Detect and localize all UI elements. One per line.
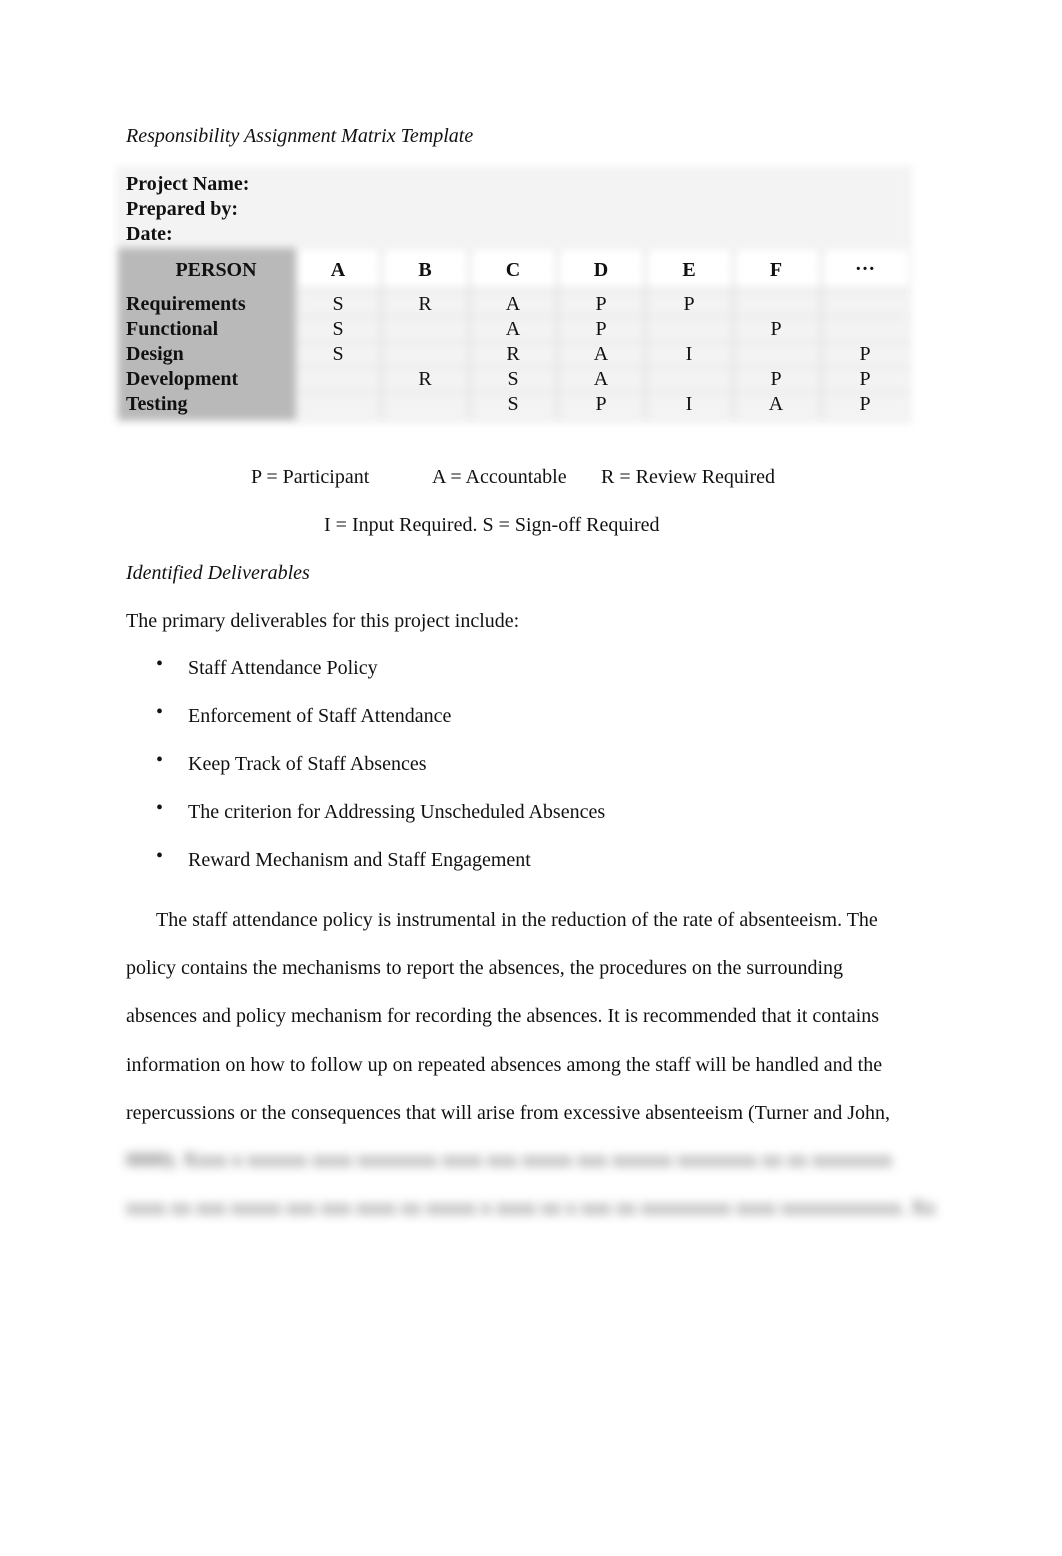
row-label: Functional	[126, 318, 219, 340]
matrix-cell: P	[859, 393, 871, 415]
body-paragraph: The staff attendance policy is instrumen…	[126, 896, 926, 1137]
matrix-cell: P	[859, 368, 871, 390]
paragraph-line: information on how to follow up on repea…	[126, 1053, 883, 1076]
row-label: Requirements	[126, 293, 246, 315]
blurred-line: 0000). Xxxx x xxxxxx xxxx xxxxxxxx xxxx …	[126, 1149, 893, 1171]
matrix-cell: P	[770, 318, 782, 340]
matrix-cell: S	[332, 343, 344, 365]
bullet-icon: •	[156, 653, 164, 675]
list-item-text: Reward Mechanism and Staff Engagement	[188, 849, 531, 871]
matrix-cell: A	[505, 318, 521, 340]
list-item-text: Staff Attendance Policy	[188, 657, 378, 679]
paragraph-line: absences and policy mechanism for record…	[126, 1005, 880, 1028]
paragraph-line: The staff attendance policy is instrumen…	[156, 909, 878, 931]
matrix-cell: P	[595, 318, 607, 340]
matrix-cell: P	[595, 293, 607, 315]
matrix-cell: A	[593, 343, 609, 365]
matrix-cell: P	[859, 343, 871, 365]
matrix-cell: S	[332, 293, 344, 315]
matrix-cell: P	[683, 293, 695, 315]
matrix-cell: R	[506, 343, 520, 365]
bullet-icon: •	[156, 701, 164, 723]
project-name-label: Project Name:	[126, 173, 250, 195]
row-label: Testing	[126, 393, 188, 415]
column-header: D	[593, 259, 609, 281]
column-header: E	[682, 259, 696, 281]
column-divider	[468, 248, 471, 420]
column-divider	[820, 248, 823, 420]
column-divider	[732, 248, 735, 420]
legend-review: R = Review Required	[601, 466, 776, 488]
row-label: Design	[126, 343, 184, 365]
prepared-by-label: Prepared by:	[126, 198, 239, 220]
blurred-preview-text: 0000). Xxxx x xxxxxx xxxx xxxxxxxx xxxx …	[126, 1136, 936, 1232]
list-item-text: The criterion for Addressing Unscheduled…	[188, 801, 606, 823]
matrix-cell: P	[595, 393, 607, 415]
column-divider	[556, 248, 559, 420]
matrix-cell: S	[507, 368, 519, 390]
matrix-cell: R	[418, 293, 432, 315]
document-title: Responsibility Assignment Matrix Templat…	[126, 125, 474, 147]
matrix-cell: A	[505, 293, 521, 315]
matrix-cell: A	[593, 368, 609, 390]
column-header: C	[505, 259, 521, 281]
column-header: A	[330, 259, 346, 281]
matrix-cell: A	[768, 393, 784, 415]
legend-participant: P = Participant	[251, 466, 370, 488]
list-item-text: Enforcement of Staff Attendance	[188, 705, 452, 727]
paragraph-line: policy contains the mechanisms to report…	[126, 957, 844, 980]
document-page: Responsibility Assignment Matrix Templat…	[0, 0, 1062, 1556]
matrix-cell: S	[507, 393, 519, 415]
matrix-cell: I	[685, 343, 693, 365]
matrix-cell: I	[685, 393, 693, 415]
responsibility-matrix: Project Name: Prepared by: Date: PERSON …	[116, 166, 912, 424]
column-header-more: …	[855, 253, 875, 275]
legend-accountable: A = Accountable	[432, 466, 567, 488]
person-header: PERSON	[175, 259, 257, 281]
bullet-icon: •	[156, 797, 164, 819]
column-header: F	[769, 259, 783, 281]
bullet-icon: •	[156, 845, 164, 867]
section-heading: Identified Deliverables	[126, 562, 310, 584]
column-header: B	[418, 259, 432, 281]
bullet-icon: •	[156, 749, 164, 771]
blurred-line: xxxx xx xxx xxxxx xxx xxx xxxx xx xxxxx …	[126, 1197, 936, 1219]
column-divider	[380, 248, 383, 420]
paragraph-line: repercussions or the consequences that w…	[126, 1101, 891, 1124]
list-item-text: Keep Track of Staff Absences	[188, 753, 427, 775]
matrix-cell: P	[770, 368, 782, 390]
deliverables-intro: The primary deliverables for this projec…	[126, 610, 520, 632]
row-label: Development	[126, 368, 239, 390]
matrix-cell: S	[332, 318, 344, 340]
matrix-cell: R	[418, 368, 432, 390]
column-divider	[644, 248, 647, 420]
date-label: Date:	[126, 223, 173, 245]
legend-input-signoff: I = Input Required. S = Sign-off Require…	[324, 514, 660, 536]
